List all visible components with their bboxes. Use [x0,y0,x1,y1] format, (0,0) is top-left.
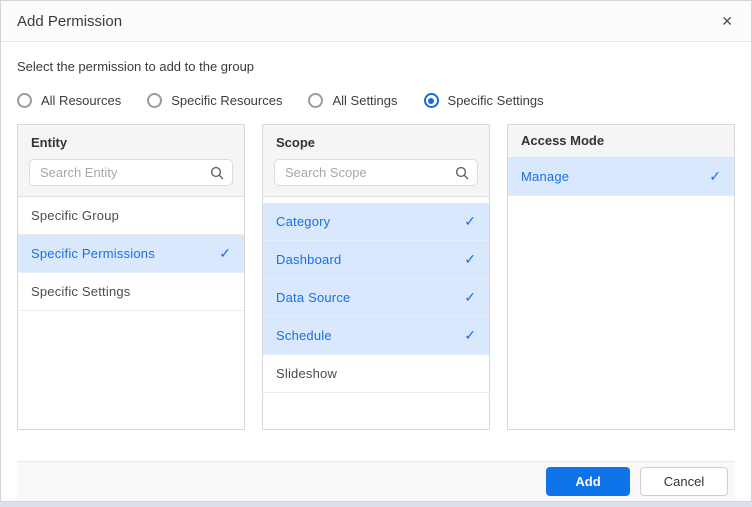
dialog-footer: Add Cancel [17,461,735,501]
scope-panel-title: Scope [276,135,478,150]
radio-option-all-settings[interactable]: All Settings [308,93,397,108]
list-item-label: Data Source [276,290,464,305]
selection-columns: Entity Specific GroupSpecific Permis [17,124,735,430]
radio-option-specific-settings[interactable]: Specific Settings [424,93,544,108]
radio-option-all-resources[interactable]: All Resources [17,93,121,108]
checkmark-icon: ✓ [219,245,231,262]
access-mode-list: Manage✓ [508,158,734,429]
cancel-button[interactable]: Cancel [640,467,728,496]
dialog-subtitle: Select the permission to add to the grou… [17,59,735,74]
add-permission-dialog: Add Permission ✕ Select the permission t… [0,0,752,502]
radio-option-label: All Resources [41,93,121,108]
radio-unselected-icon [17,93,32,108]
access-mode-panel: Access Mode Manage✓ [507,124,735,430]
access-mode-panel-title: Access Mode [521,133,721,148]
list-item-label: Specific Settings [31,284,231,299]
scope-search-input[interactable] [274,159,478,186]
list-item-label: Slideshow [276,366,476,381]
list-item-label: Specific Group [31,208,231,223]
list-item-label: Manage [521,169,709,184]
entity-search-input[interactable] [29,159,233,186]
checkmark-icon: ✓ [709,168,721,185]
radio-option-label: Specific Resources [171,93,282,108]
radio-selected-icon [424,93,439,108]
entity-panel-header: Entity [18,125,244,197]
list-item-label: Category [276,214,464,229]
entity-panel: Entity Specific GroupSpecific Permis [17,124,245,430]
list-item-slideshow[interactable]: Slideshow [263,355,489,393]
list-item-data-source[interactable]: Data Source✓ [263,279,489,317]
checkmark-icon: ✓ [464,213,476,230]
entity-list: Specific GroupSpecific Permissions✓Speci… [18,197,244,429]
list-item-manage[interactable]: Manage✓ [508,158,734,196]
page-background: Add Permission ✕ Select the permission t… [0,0,752,507]
list-item-label: Specific Permissions [31,246,219,261]
list-item-specific-permissions[interactable]: Specific Permissions✓ [18,235,244,273]
checkmark-icon: ✓ [464,289,476,306]
dialog-header: Add Permission ✕ [1,1,751,42]
checkmark-icon: ✓ [464,327,476,344]
scope-panel: Scope Catego [262,124,490,430]
dialog-title: Add Permission [17,13,719,30]
entity-search [29,159,233,186]
dialog-body: Select the permission to add to the grou… [1,42,751,501]
list-item-category[interactable]: Category✓ [263,203,489,241]
list-item-schedule[interactable]: Schedule✓ [263,317,489,355]
scope-search [274,159,478,186]
add-button[interactable]: Add [546,467,630,496]
radio-option-label: Specific Settings [448,93,544,108]
checkmark-icon: ✓ [464,251,476,268]
scope-panel-header: Scope [263,125,489,197]
list-item-dashboard[interactable]: Dashboard✓ [263,241,489,279]
radio-unselected-icon [147,93,162,108]
radio-unselected-icon [308,93,323,108]
list-item-label: Schedule [276,328,464,343]
close-icon[interactable]: ✕ [719,10,735,32]
list-item-specific-settings[interactable]: Specific Settings [18,273,244,311]
entity-panel-title: Entity [31,135,233,150]
list-item-label: Dashboard [276,252,464,267]
radio-option-label: All Settings [332,93,397,108]
radio-option-specific-resources[interactable]: Specific Resources [147,93,282,108]
access-mode-panel-header: Access Mode [508,125,734,158]
scope-list: Category✓Dashboard✓Data Source✓Schedule✓… [263,197,489,429]
permission-type-radio-group: All Resources Specific Resources All Setti… [17,93,735,108]
list-item-specific-group[interactable]: Specific Group [18,197,244,235]
